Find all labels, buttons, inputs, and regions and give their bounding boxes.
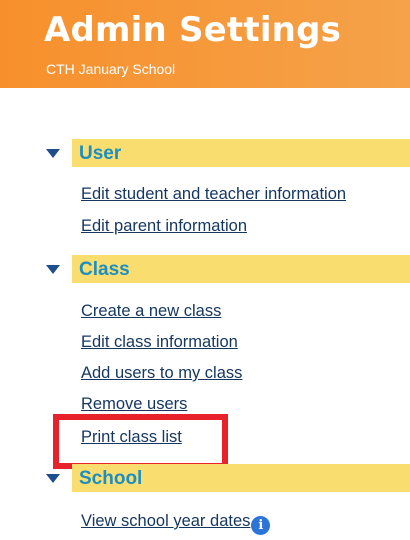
page-title: Admin Settings xyxy=(44,10,342,50)
section-school: School xyxy=(44,464,410,492)
info-icon[interactable]: i xyxy=(251,516,271,535)
section-school-title: School xyxy=(79,468,143,489)
create-class-link[interactable]: Create a new class xyxy=(81,302,221,321)
highlight-box xyxy=(53,414,228,469)
edit-parent-link[interactable]: Edit parent information xyxy=(81,217,247,236)
page-header: Admin Settings CTH January School xyxy=(0,0,410,88)
school-name: CTH January School xyxy=(46,61,176,77)
section-user-title: User xyxy=(79,143,122,164)
remove-users-link[interactable]: Remove users xyxy=(81,395,187,414)
section-class-title: Class xyxy=(79,259,130,280)
collapse-user-icon[interactable] xyxy=(46,149,60,158)
edit-class-link[interactable]: Edit class information xyxy=(81,333,238,352)
collapse-school-icon[interactable] xyxy=(46,474,60,483)
section-user-bar[interactable]: User xyxy=(72,139,410,167)
edit-student-teacher-link[interactable]: Edit student and teacher information xyxy=(81,185,346,204)
section-school-bar[interactable]: School xyxy=(72,464,410,492)
collapse-class-icon[interactable] xyxy=(46,265,60,274)
add-users-link[interactable]: Add users to my class xyxy=(81,364,242,383)
view-school-year-dates-link[interactable]: View school year dates xyxy=(81,512,250,530)
section-user: User xyxy=(44,139,410,167)
section-class-bar[interactable]: Class xyxy=(72,255,410,283)
school-dates-row: View school year dates i xyxy=(81,512,271,535)
section-class: Class xyxy=(44,255,410,283)
